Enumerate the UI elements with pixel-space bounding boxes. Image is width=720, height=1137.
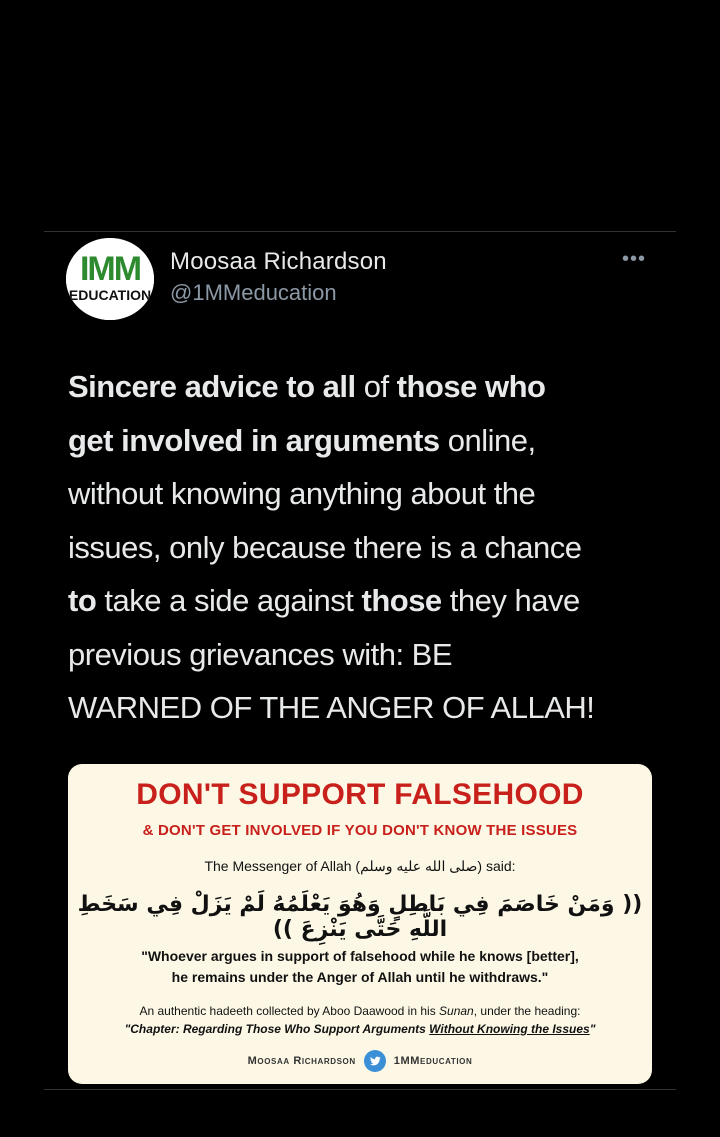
tweet-text: Sincere advice to all of those who get in… <box>68 360 668 735</box>
tweet-segment: of <box>363 369 397 404</box>
more-horizontal-icon[interactable]: ••• <box>622 248 646 271</box>
tweet-segment: they have <box>441 583 580 618</box>
tweet-segment: those who <box>396 369 546 404</box>
tweet-line: issues, only because there is a chance <box>68 521 668 575</box>
divider-top <box>44 231 676 232</box>
card-said-line: The Messenger of Allah (صلى الله عليه وس… <box>204 858 516 874</box>
tweet-segment: without knowing anything about the <box>68 476 536 511</box>
tweet-segment: those <box>361 583 443 618</box>
card-translation: "Whoever argues in support of falsehood … <box>108 946 612 988</box>
twitter-bird-icon <box>363 1050 386 1072</box>
card-title: DON'T SUPPORT FALSEHOOD <box>136 778 584 811</box>
card-note-2c: " <box>589 1022 596 1036</box>
card-source-note: An authentic hadeeth collected by Aboo D… <box>86 1002 634 1038</box>
card-translation-line-2: he remains under the Anger of Allah unti… <box>171 969 549 985</box>
tweet-segment: issues, only because there is a chance <box>68 529 582 565</box>
tweet-line: WARNED OF THE ANGER OF ALLAH! <box>68 681 668 735</box>
tweet-line: Sincere advice to all of those who <box>68 360 668 414</box>
divider-bottom <box>44 1089 676 1090</box>
tweet-segment: to <box>68 583 97 618</box>
card-translation-line-1: "Whoever argues in support of falsehood … <box>141 948 579 964</box>
tweet-segment: Sincere advice to all <box>68 369 364 404</box>
author-handle[interactable]: @1MMeducation <box>170 280 337 306</box>
tweet-segment: get involved in arguments <box>68 422 440 458</box>
tweet-segment: previous grievances with: BE <box>68 636 453 672</box>
card-note-1b: Sunan <box>439 1004 474 1018</box>
quote-image-card: DON'T SUPPORT FALSEHOOD & DON'T GET INVO… <box>68 764 652 1084</box>
card-footer-left: Moosaa Richardson <box>247 1055 356 1067</box>
card-arabic-hadith: (( وَمَنْ خَاصَمَ فِي بَاطِلٍ وَهُوَ يَع… <box>77 892 643 942</box>
tweet-line: to take a side against those they have <box>68 574 668 628</box>
avatar-text-top: IMM <box>80 250 141 288</box>
card-subtitle: & DON'T GET INVOLVED IF YOU DON'T KNOW T… <box>142 822 578 839</box>
author-name[interactable]: Moosaa Richardson <box>170 248 387 276</box>
imm-education-logo-icon: IMM EDUCATION <box>66 238 154 320</box>
tweet-segment: WARNED OF THE ANGER OF ALLAH! <box>68 690 595 725</box>
tweet-line: without knowing anything about the <box>68 467 668 521</box>
card-note-1c: , under the heading: <box>473 1004 581 1018</box>
card-footer: Moosaa Richardson 1MMeducation <box>68 1050 652 1072</box>
avatar-text-bottom: EDUCATION <box>69 287 151 303</box>
card-note-2b: Without Knowing the Issues <box>429 1022 590 1036</box>
tweet-line: previous grievances with: BE <box>68 628 668 682</box>
card-footer-right: 1MMeducation <box>393 1055 473 1067</box>
tweet-segment: take a side against <box>96 583 362 618</box>
card-note-1a: An authentic hadeeth collected by Aboo D… <box>139 1004 440 1018</box>
tweet-segment: online, <box>439 422 536 458</box>
card-note-2a: "Chapter: Regarding Those Who Support Ar… <box>124 1022 430 1036</box>
avatar[interactable]: IMM EDUCATION <box>66 238 154 320</box>
tweet-line: get involved in arguments online, <box>68 414 668 468</box>
